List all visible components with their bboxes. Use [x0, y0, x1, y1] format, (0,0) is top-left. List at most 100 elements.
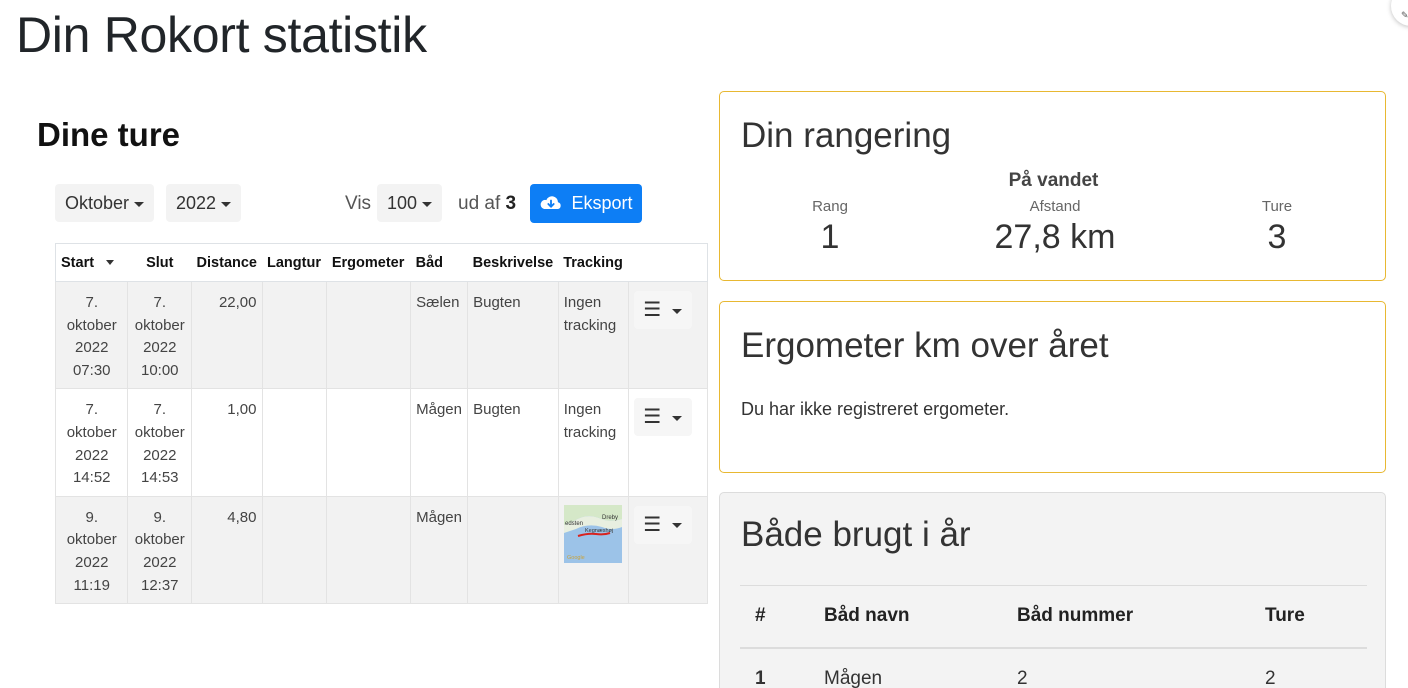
column-header-distance[interactable]: Distance: [191, 243, 262, 282]
menu-icon: ☰: [643, 406, 662, 429]
column-header-tracking[interactable]: Tracking: [558, 243, 629, 282]
column-header-bad[interactable]: Båd: [410, 243, 468, 282]
chevron-down-icon: [672, 415, 683, 421]
row-menu-button[interactable]: ☰: [633, 291, 692, 329]
boat-name: Mågen: [824, 668, 883, 688]
corner-action-button[interactable]: ✎: [1391, 0, 1408, 26]
boats-card: Både brugt i år # Båd navn Båd nummer Tu…: [719, 492, 1386, 688]
trips-table: Start Slut Distance Langtur Ergometer Bå…: [54, 243, 709, 605]
ergometer-cell: [326, 280, 412, 390]
row-menu-button[interactable]: ☰: [633, 398, 692, 437]
column-header-langtur[interactable]: Langtur: [262, 243, 327, 282]
month-select-value: Oktober: [65, 192, 130, 213]
page-size-value: 100: [387, 192, 418, 213]
column-header-boat-name: Båd navn: [809, 585, 1002, 649]
distance-cell: 4,80: [191, 495, 263, 605]
column-header-start[interactable]: Start: [54, 243, 128, 282]
table-header-row: Start Slut Distance Langtur Ergometer Bå…: [54, 243, 709, 282]
actions-cell: ☰: [627, 495, 709, 605]
trips-stat: Ture 3: [1227, 198, 1327, 257]
actions-cell: ☰: [627, 388, 709, 497]
actions-cell: ☰: [627, 280, 709, 390]
langtur-cell: [261, 388, 328, 497]
tracking-cell: edsten Dreby Kegnæshøj Google: [557, 495, 629, 605]
tracking-map-thumbnail[interactable]: edsten Dreby Kegnæshøj Google: [563, 504, 622, 563]
map-attribution: Google: [567, 555, 585, 561]
map-label: Dreby: [602, 515, 618, 521]
ud-af-label: ud af: [458, 193, 501, 214]
tracking-cell: Ingen tracking: [557, 280, 629, 390]
rank-label: Rang: [812, 198, 848, 215]
boat-rank: 1: [755, 668, 766, 688]
chevron-down-icon: [672, 523, 683, 529]
end-cell: 9. oktober 2022 12:37: [127, 495, 193, 605]
column-header-slut[interactable]: Slut: [127, 243, 192, 282]
tracking-cell: Ingen tracking: [557, 388, 629, 497]
ergometer-cell: [326, 388, 412, 497]
boat-number: 2: [1017, 668, 1028, 688]
chevron-down-icon: [422, 201, 433, 207]
table-row[interactable]: 7. oktober 2022 14:52 7. oktober 2022 14:53 1,…: [54, 388, 709, 497]
column-header-ergometer[interactable]: Ergometer: [326, 243, 411, 282]
page-size-select[interactable]: 100: [377, 184, 443, 222]
description-cell: [467, 495, 559, 605]
boat-cell: Mågen: [410, 495, 469, 605]
ergometer-cell: [326, 495, 412, 605]
end-cell: 7. oktober 2022 10:00: [127, 280, 193, 390]
trips-label: Ture: [1261, 198, 1293, 215]
table-row[interactable]: 9. oktober 2022 11:19 9. oktober 2022 12:37 4,…: [54, 495, 709, 605]
distance-stat: Afstand 27,8 km: [955, 198, 1155, 257]
map-label: edsten: [565, 521, 583, 527]
description-cell: Bugten: [467, 388, 559, 497]
column-header-beskrivelse[interactable]: Beskrivelse: [467, 243, 559, 282]
distance-cell: 22,00: [191, 280, 263, 390]
export-button[interactable]: Eksport: [530, 184, 642, 223]
boats-title: Både brugt i år: [741, 515, 971, 554]
ergometer-title: Ergometer km over året: [741, 326, 1109, 365]
column-header-start-label: Start: [61, 254, 95, 271]
sort-desc-icon: [106, 260, 115, 266]
boat-trips: 2: [1265, 668, 1276, 688]
table-row: 1 Mågen 2 2: [740, 648, 1367, 688]
map-label: Kegnæshøj: [585, 528, 613, 534]
ergometer-message: Du har ikke registreret ergometer.: [741, 399, 1010, 419]
start-cell: 7. oktober 2022 14:52: [54, 388, 129, 497]
boat-cell: Sælen: [410, 280, 469, 390]
chevron-down-icon: [134, 201, 145, 207]
chevron-down-icon: [672, 308, 683, 314]
distance-label: Afstand: [1029, 198, 1081, 215]
boats-table: # Båd navn Båd nummer Ture 1 Mågen 2 2: [740, 585, 1367, 688]
row-menu-button[interactable]: ☰: [633, 505, 692, 544]
column-header-trips: Ture: [1250, 585, 1367, 649]
ranking-title: Din rangering: [741, 116, 952, 155]
menu-icon: ☰: [643, 299, 662, 321]
ranking-subtitle: På vandet: [1008, 170, 1099, 191]
distance-cell: 1,00: [191, 388, 263, 497]
langtur-cell: [261, 495, 328, 605]
column-header-boat-number: Båd nummer: [1002, 585, 1250, 649]
vis-label: Vis: [345, 193, 372, 214]
column-header-rank: #: [740, 585, 809, 649]
year-select[interactable]: 2022: [166, 184, 242, 222]
total-count-text: ud af 3: [458, 193, 516, 215]
year-select-value: 2022: [176, 192, 217, 213]
start-cell: 7. oktober 2022 07:30: [54, 280, 129, 390]
cloud-download-icon: [541, 195, 562, 209]
ergometer-card: Ergometer km over året Du har ikke regis…: [719, 301, 1386, 473]
distance-value: 27,8 km: [994, 218, 1116, 256]
menu-icon: ☰: [643, 513, 662, 536]
export-label: Eksport: [571, 193, 633, 213]
page-title: Din Rokort statistik: [16, 7, 427, 63]
description-cell: Bugten: [467, 280, 559, 390]
total-count: 3: [505, 193, 517, 214]
rank-value: 1: [820, 218, 840, 256]
trips-value: 3: [1267, 218, 1287, 256]
boats-header-row: # Båd navn Båd nummer Ture: [740, 585, 1367, 649]
month-select[interactable]: Oktober: [55, 184, 155, 222]
column-header-actions: [628, 243, 709, 282]
end-cell: 7. oktober 2022 14:53: [127, 388, 193, 497]
trips-section-title: Dine ture: [37, 116, 181, 153]
table-row[interactable]: 7. oktober 2022 07:30 7. oktober 2022 10:00 22…: [54, 280, 709, 390]
chevron-down-icon: [221, 201, 232, 207]
edit-icon: ✎: [1401, 10, 1408, 20]
